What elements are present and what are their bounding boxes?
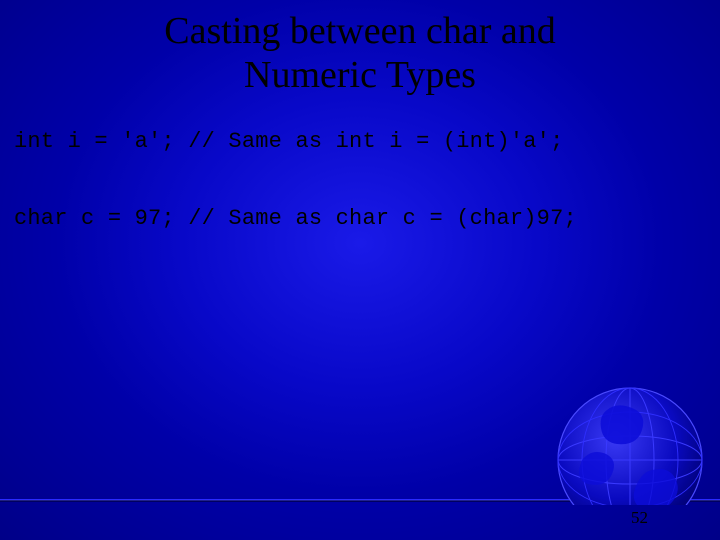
footer-divider (0, 499, 720, 502)
slide-title: Casting between char and Numeric Types (0, 0, 720, 97)
globe-icon (512, 340, 712, 540)
title-line-1: Casting between char and (164, 10, 555, 52)
page-number: 52 (631, 508, 648, 528)
code-line-2: char c = 97; // Same as char c = (char)9… (0, 206, 720, 231)
code-line-1: int i = 'a'; // Same as int i = (int)'a'… (0, 129, 720, 154)
title-line-2: Numeric Types (244, 54, 476, 96)
